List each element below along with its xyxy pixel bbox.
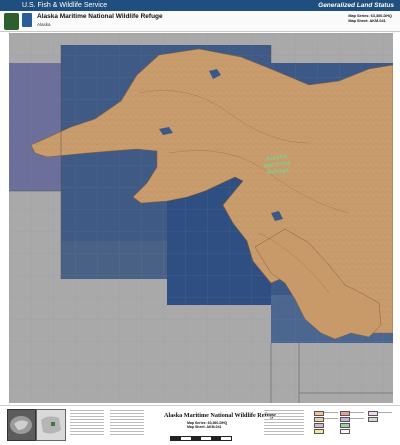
legend-swatch-5: [340, 411, 350, 416]
ownership-text-block: [264, 410, 304, 436]
map-canvas[interactable]: [9, 33, 393, 403]
legend-line-1: [324, 412, 338, 413]
legend-line-3: [350, 412, 364, 413]
scale-bar-icon: [170, 436, 232, 441]
notes-text-block: [70, 410, 104, 436]
map-sheet: Map Sheet: AKM-041: [348, 18, 386, 23]
legend-line-5: [378, 412, 392, 413]
legend-swatch-1: [314, 411, 324, 416]
overview-map-icon[interactable]: [7, 409, 36, 441]
footer-map-sheet: Map Sheet: AKM-041: [187, 425, 222, 430]
state-name: Alaska: [37, 22, 51, 27]
legend-icon: [312, 409, 394, 441]
region-label: Alaska Maritime Refuge: [263, 153, 293, 178]
series-info: Map Series: 63,360-DHQ Map Sheet: AKM-04…: [348, 14, 392, 24]
layer-title: Generalized Land Status: [318, 2, 394, 9]
map-frame[interactable]: Alaska Maritime Refuge: [9, 33, 393, 403]
legend-swatch-2: [314, 417, 324, 422]
legend-line-4: [350, 418, 364, 419]
locator-map-icon[interactable]: [36, 409, 66, 441]
legend-swatch-7: [340, 423, 350, 428]
legend-swatch-3: [314, 423, 324, 428]
footer-title: Alaska Maritime National Wildlife Refuge: [164, 412, 276, 419]
disclaimer-text-block: [110, 410, 144, 436]
legend-line-2: [324, 418, 338, 419]
legend-swatch-8: [340, 429, 350, 434]
title-bar: Alaska Maritime National Wildlife Refuge…: [0, 11, 400, 32]
refuge-logo-icon: [22, 13, 32, 27]
legend-swatch-10: [368, 417, 378, 422]
agency-name: U.S. Fish & Wildlife Service: [22, 2, 108, 9]
legend-swatch-6: [340, 417, 350, 422]
refuge-name: Alaska Maritime National Wildlife Refuge: [37, 13, 163, 20]
fws-logo-icon: [4, 13, 19, 30]
map-footer: Alaska Maritime National Wildlife Refuge…: [0, 405, 400, 444]
top-bar: U.S. Fish & Wildlife Service Generalized…: [0, 0, 400, 11]
legend-swatch-9: [368, 411, 378, 416]
legend-swatch-4: [314, 429, 324, 434]
footer-series-info: Map Series: 63,360-DHQ Map Sheet: AKM-04…: [187, 421, 227, 430]
